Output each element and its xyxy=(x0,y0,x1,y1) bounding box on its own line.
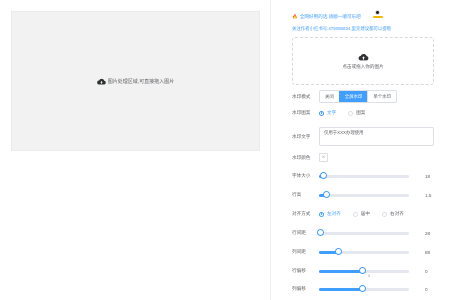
form-label: 水印文字 xyxy=(292,133,311,139)
watermark-mode-segment: 关闭 全屏水印 单个水印 xyxy=(319,90,397,103)
font-size-row: 字体大小 xyxy=(292,172,409,179)
form-label: 行高 xyxy=(292,192,302,197)
type-text-radio[interactable]: 文字 xyxy=(319,110,336,116)
notice-banner[interactable]: 🔥 全网好用的话,请顺一顺可乐吧 xyxy=(292,14,361,20)
align-center-radio[interactable]: 居中 xyxy=(352,211,370,217)
col-offset-value: 0 xyxy=(425,287,428,292)
line-height-value: 1.5 xyxy=(425,193,432,198)
image-preview-area[interactable]: 图片处理区域,可直接拖入图片 xyxy=(11,11,260,151)
col-offset-slider[interactable] xyxy=(319,285,409,292)
slider-thumb[interactable] xyxy=(317,229,325,236)
row-offset-row: 行偏移 xyxy=(292,267,409,274)
mode-off-button[interactable]: 关闭 xyxy=(320,91,339,102)
align-right-radio[interactable]: 右对齐 xyxy=(382,211,404,217)
slider-thumb[interactable] xyxy=(335,248,343,255)
row-offset-value: 0 xyxy=(425,269,428,274)
watermark-text-input[interactable]: 仅用于XXX办理使用 xyxy=(319,127,434,146)
cloud-upload-icon xyxy=(358,53,368,60)
mode-fullscreen-button[interactable]: 全屏水印 xyxy=(338,91,368,102)
form-label: 水印颜色 xyxy=(292,154,311,160)
form-label: 水印图案 xyxy=(292,110,311,115)
upload-text: 点击或拖入你的图片 xyxy=(342,63,384,69)
watermark-mode-row: 水印模式 关闭 全屏水印 单个水印 xyxy=(292,90,397,103)
form-label: 对齐方式 xyxy=(292,211,311,216)
row-gap-slider[interactable] xyxy=(317,229,409,236)
cloud-upload-icon xyxy=(96,78,106,85)
font-size-value: 18 xyxy=(425,174,431,179)
slider-thumb[interactable] xyxy=(322,191,330,198)
form-label: 行间距 xyxy=(292,230,306,235)
upload-dropzone[interactable]: 点击或拖入你的图片 xyxy=(292,37,434,85)
line-height-row: 行高 xyxy=(292,191,409,198)
watermark-text-row: 水印文字 仅用于XXX办理使用 xyxy=(292,127,434,146)
font-size-slider[interactable] xyxy=(319,172,409,179)
form-label: 行偏移 xyxy=(292,268,306,273)
author-info-link[interactable]: 关注作者小红书号:475086834,里克建议都可以提哦 xyxy=(292,26,391,32)
col-gap-value: 88 xyxy=(425,250,431,255)
alignment-row: 对齐方式 左对齐 居中 右对齐 xyxy=(292,211,416,217)
col-gap-row: 列间距 xyxy=(292,248,409,255)
notice-text[interactable]: 全网好用的话,请顺一顺可乐吧 xyxy=(300,14,361,20)
preview-hint-text: 图片处理区域,可直接拖入图片 xyxy=(107,78,175,85)
color-picker[interactable]: × xyxy=(319,153,328,162)
row-gap-value: 28 xyxy=(425,231,431,236)
form-label: 列偏移 xyxy=(292,286,306,291)
col-offset-row: 列偏移 xyxy=(292,285,409,292)
form-label: 列间距 xyxy=(292,249,306,254)
row-offset-tick: 0 xyxy=(368,274,371,278)
watermark-color-row: 水印颜色 × xyxy=(292,153,328,162)
row-gap-row: 行间距 xyxy=(292,229,409,236)
line-height-slider[interactable] xyxy=(319,191,409,198)
mode-single-button[interactable]: 单个水印 xyxy=(367,91,396,102)
slider-thumb[interactable] xyxy=(358,267,366,274)
close-icon: × xyxy=(321,154,326,161)
form-label: 字体大小 xyxy=(292,173,311,178)
type-image-radio[interactable]: 图案 xyxy=(348,110,365,116)
slider-thumb[interactable] xyxy=(358,285,366,292)
align-left-radio[interactable]: 左对齐 xyxy=(319,211,341,217)
preview-hint: 图片处理区域,可直接拖入图片 xyxy=(96,78,175,85)
col-gap-slider[interactable] xyxy=(319,248,409,255)
sponsor-badge-icon[interactable] xyxy=(372,10,383,22)
fire-icon: 🔥 xyxy=(292,14,298,19)
slider-thumb[interactable] xyxy=(320,172,327,179)
watermark-type-row: 水印图案 文字 图案 xyxy=(292,110,377,116)
panel-divider xyxy=(270,0,271,300)
row-offset-slider[interactable] xyxy=(319,267,409,274)
form-label: 水印模式 xyxy=(292,93,311,99)
